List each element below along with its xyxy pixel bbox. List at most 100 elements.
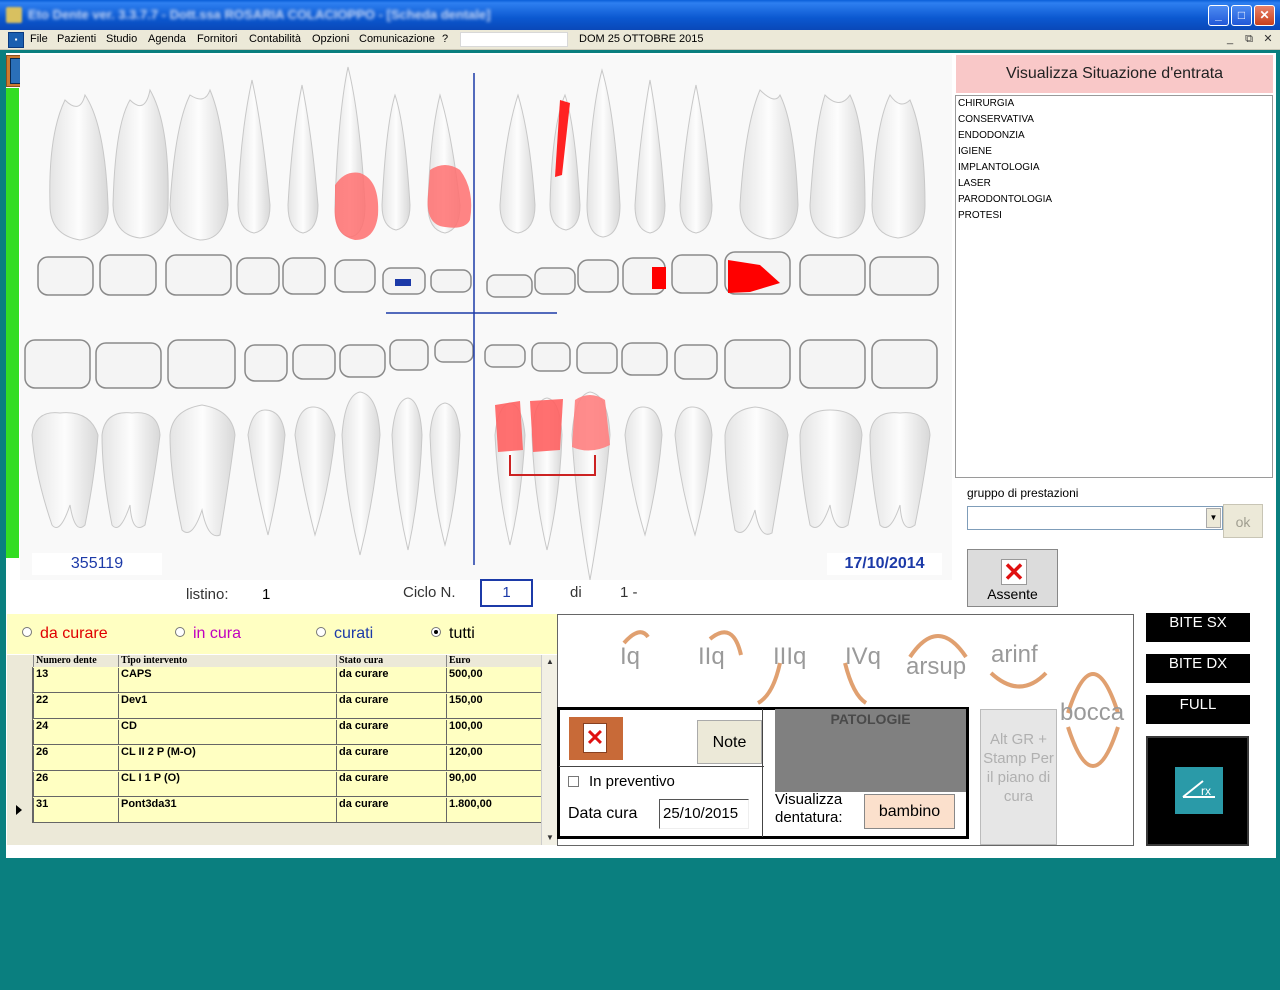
note-button[interactable]: Note [697, 720, 762, 764]
menu-agenda[interactable]: Agenda [148, 33, 186, 45]
ciclo-number-field[interactable]: 1 [480, 579, 533, 607]
procedure-category-list[interactable]: CHIRURGIA CONSERVATIVA ENDODONZIA IGIENE… [955, 95, 1273, 478]
table-cell[interactable]: da curare [336, 694, 446, 719]
table-cell[interactable]: Pont3da31 [118, 798, 336, 823]
visualizza-situazione-button[interactable]: Visualizza Situazione d'entrata [956, 55, 1273, 93]
delete-button[interactable]: ✕ [569, 717, 623, 760]
table-row[interactable]: 13 CAPS da curare 500,00 [7, 667, 541, 693]
group-select[interactable]: ▼ [967, 506, 1223, 530]
absent-button[interactable]: ✕ Assente [967, 549, 1058, 607]
quadrant-iq[interactable]: Iq [620, 643, 640, 671]
menu-fornitori[interactable]: Fornitori [197, 33, 237, 45]
table-cell[interactable]: 24 [33, 720, 118, 745]
treatment-table[interactable]: Numero dente Tipo intervento Stato cura … [7, 655, 541, 845]
table-cell[interactable]: Dev1 [118, 694, 336, 719]
table-cell[interactable]: CL I 1 P (O) [118, 772, 336, 797]
table-cell[interactable]: da curare [336, 720, 446, 745]
table-cell[interactable]: 22 [33, 694, 118, 719]
table-row[interactable]: 24 CD da curare 100,00 [7, 719, 541, 745]
menu-opzioni[interactable]: Opzioni [312, 33, 349, 45]
row-selector[interactable] [7, 667, 33, 693]
close-button[interactable]: ✕ [1254, 5, 1275, 26]
radio-curati[interactable]: curati [316, 625, 373, 643]
checkbox-box[interactable] [568, 776, 579, 787]
quadrant-arsup[interactable]: arsup [906, 653, 966, 681]
list-item[interactable]: CHIRURGIA [956, 96, 1272, 112]
quadrant-arinf[interactable]: arinf [991, 641, 1038, 669]
maximize-button[interactable]: □ [1231, 5, 1252, 26]
table-cell[interactable]: CD [118, 720, 336, 745]
ok-button[interactable]: ok [1223, 504, 1263, 538]
menu-contabilita[interactable]: Contabilità [249, 33, 301, 45]
row-selector[interactable] [7, 771, 33, 797]
table-cell[interactable]: da curare [336, 668, 446, 693]
column-header[interactable]: Stato cura [336, 655, 446, 667]
table-row[interactable]: 26 CL I 1 P (O) da curare 90,00 [7, 771, 541, 797]
data-cura-field[interactable]: 25/10/2015 [659, 799, 749, 829]
quadrant-iiiq[interactable]: IIIq [773, 643, 806, 671]
table-cell[interactable]: 13 [33, 668, 118, 693]
menu-search-field[interactable] [460, 32, 568, 47]
table-cell[interactable]: CL II 2 P (M-O) [118, 746, 336, 771]
radio-in-cura[interactable]: in cura [175, 625, 241, 643]
row-selector[interactable] [7, 797, 33, 823]
preventivo-checkbox[interactable]: In preventivo [568, 773, 675, 790]
list-item[interactable]: IGIENE [956, 144, 1272, 160]
table-cell[interactable]: 26 [33, 746, 118, 771]
table-row[interactable]: 26 CL II 2 P (M-O) da curare 120,00 [7, 745, 541, 771]
mdi-close-button[interactable]: ✕ [1260, 32, 1276, 47]
quadrant-iiq[interactable]: IIq [698, 643, 725, 671]
column-header[interactable]: Tipo intervento [118, 655, 336, 667]
list-item[interactable]: ENDODONZIA [956, 128, 1272, 144]
table-row[interactable]: 22 Dev1 da curare 150,00 [7, 693, 541, 719]
bambino-button[interactable]: bambino [864, 794, 955, 829]
menu-file[interactable]: File [30, 33, 48, 45]
column-header[interactable]: Euro [446, 655, 541, 667]
patologie-panel[interactable]: PATOLOGIE [775, 709, 966, 792]
row-selector[interactable] [7, 693, 33, 719]
table-cell[interactable]: da curare [336, 746, 446, 771]
menu-comunicazione[interactable]: Comunicazione [359, 33, 435, 45]
quadrant-bocca[interactable]: bocca [1060, 699, 1124, 727]
dental-chart[interactable] [20, 55, 952, 581]
bite-sx-button[interactable]: BITE SX [1146, 613, 1250, 642]
full-button[interactable]: FULL [1146, 695, 1250, 724]
document-icon[interactable]: ▪ [8, 32, 24, 48]
title-bar[interactable]: Eto Dente ver. 3.3.7.7 - Dott.ssa ROSARI… [0, 0, 1280, 30]
list-item[interactable]: CONSERVATIVA [956, 112, 1272, 128]
rx-button[interactable]: rx [1146, 736, 1249, 846]
table-scrollbar[interactable]: ▲ ▼ [541, 655, 557, 845]
menu-pazienti[interactable]: Pazienti [57, 33, 96, 45]
table-cell[interactable]: 100,00 [446, 720, 541, 745]
table-cell[interactable]: CAPS [118, 668, 336, 693]
table-cell[interactable]: 1.800,00 [446, 798, 541, 823]
table-cell[interactable]: 150,00 [446, 694, 541, 719]
menu-help[interactable]: ? [442, 33, 448, 45]
scroll-up-icon[interactable]: ▲ [542, 655, 558, 669]
mdi-minimize-button[interactable]: _ [1222, 32, 1238, 47]
quadrant-ivq[interactable]: IVq [845, 643, 881, 671]
list-item[interactable]: IMPLANTOLOGIA [956, 160, 1272, 176]
menu-studio[interactable]: Studio [106, 33, 137, 45]
table-cell[interactable]: da curare [336, 798, 446, 823]
list-item[interactable]: PROTESI [956, 208, 1272, 224]
bite-dx-button[interactable]: BITE DX [1146, 654, 1250, 683]
radio-da-curare[interactable]: da curare [22, 625, 108, 643]
row-selector[interactable] [7, 719, 33, 745]
print-plan-hint-button[interactable]: Alt GR + Stamp Per il piano di cura [980, 709, 1057, 845]
table-cell[interactable]: 500,00 [446, 668, 541, 693]
row-selector[interactable] [7, 745, 33, 771]
table-cell[interactable]: 31 [33, 798, 118, 823]
column-header[interactable]: Numero dente [33, 655, 118, 667]
mdi-restore-button[interactable]: ⧉ [1241, 32, 1257, 47]
minimize-button[interactable]: _ [1208, 5, 1229, 26]
table-cell[interactable]: da curare [336, 772, 446, 797]
table-row[interactable]: 31 Pont3da31 da curare 1.800,00 [7, 797, 541, 823]
dropdown-arrow-icon[interactable]: ▼ [1206, 508, 1221, 528]
table-cell[interactable]: 120,00 [446, 746, 541, 771]
list-item[interactable]: PARODONTOLOGIA [956, 192, 1272, 208]
list-item[interactable]: LASER [956, 176, 1272, 192]
scroll-down-icon[interactable]: ▼ [542, 831, 558, 845]
table-cell[interactable]: 90,00 [446, 772, 541, 797]
radio-tutti[interactable]: tutti [431, 625, 475, 643]
